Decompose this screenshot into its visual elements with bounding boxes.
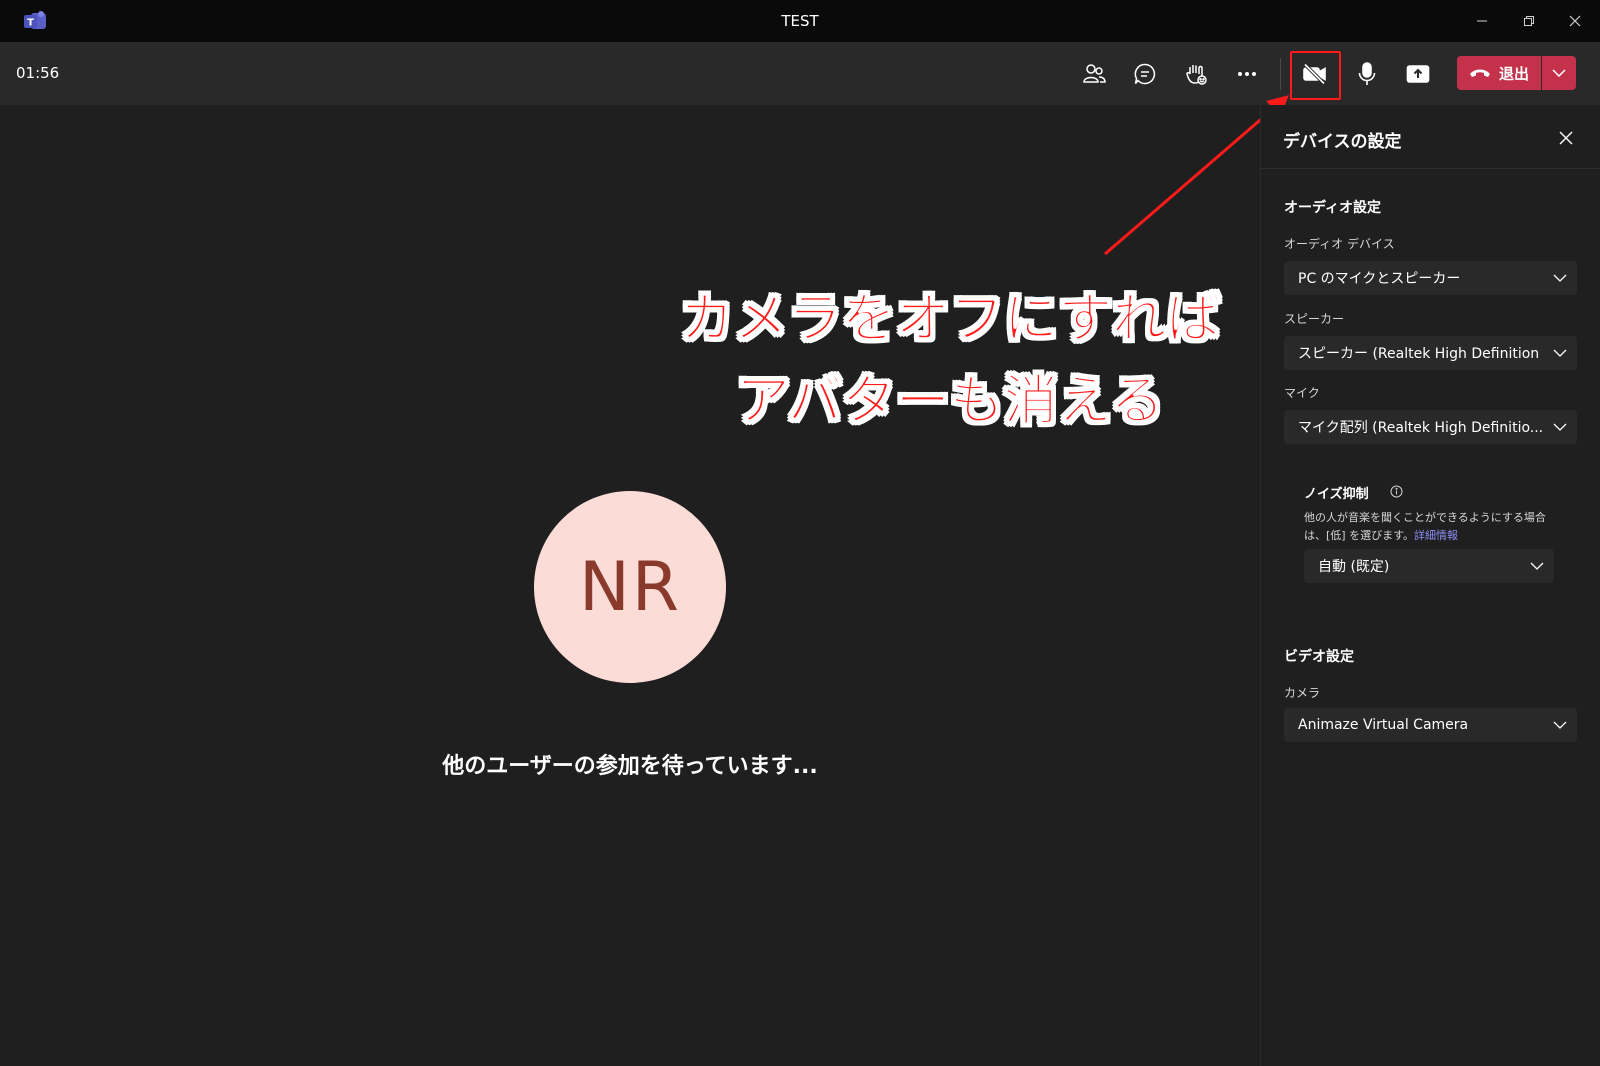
camera-off-icon [1303,63,1326,85]
chat-icon [1134,63,1156,85]
raise-hand-icon [1186,65,1207,85]
device-settings-panel: デバイスの設定 オーディオ設定 オーディオ デバイス PC のマイクとスピーカー… [1260,105,1600,1066]
chevron-down-icon [1553,349,1567,357]
minimize-button[interactable] [1467,8,1497,34]
chevron-down-icon [1530,562,1544,570]
more-actions-button[interactable] [1227,54,1267,94]
leave-options-button[interactable] [1542,56,1576,90]
minimize-icon [1477,20,1487,22]
learn-more-link[interactable]: 詳細情報 [1414,529,1458,542]
more-icon [1238,72,1256,76]
audio-device-value: PC のマイクとスピーカー [1298,271,1461,287]
annotation-text-line2: アバターも消える [735,369,1165,433]
camera-dropdown[interactable]: Animaze Virtual Camera [1284,708,1577,742]
share-screen-button[interactable] [1398,54,1438,94]
chevron-down-icon [1553,274,1567,282]
leave-label: 退出 [1498,64,1529,83]
chevron-down-icon [1553,721,1567,729]
meeting-toolbar: 01:56 退出 [0,42,1600,105]
hang-up-icon [1469,69,1490,77]
chevron-down-icon [1552,69,1566,77]
microphone-label: マイク [1284,386,1320,400]
people-icon [1083,64,1106,83]
close-icon [1569,15,1581,27]
video-settings-heading: ビデオ設定 [1284,649,1354,665]
speaker-dropdown[interactable]: スピーカー (Realtek High Definition ... [1284,336,1577,370]
microphone-icon [1358,62,1376,85]
noise-desc-line2: は、[低] を選びます。 [1304,529,1414,542]
leave-button[interactable]: 退出 [1457,56,1541,90]
share-screen-icon [1406,65,1430,83]
speaker-label: スピーカー [1284,312,1345,326]
annotation-text-line1: カメラをオフにすれば [679,287,1221,351]
camera-value: Animaze Virtual Camera [1298,717,1469,733]
camera-toggle-button[interactable] [1295,54,1335,94]
noise-suppression-title: ノイズ抑制 [1304,487,1369,502]
participants-button[interactable] [1074,54,1114,94]
avatar: NR [534,491,726,683]
panel-close-button[interactable] [1553,125,1579,151]
chevron-down-icon [1553,423,1567,431]
window-title: TEST [781,12,819,30]
speaker-value: スピーカー (Realtek High Definition ... [1298,346,1543,362]
audio-settings-heading: オーディオ設定 [1284,200,1382,216]
audio-device-label: オーディオ デバイス [1284,237,1395,251]
panel-title: デバイスの設定 [1283,132,1402,152]
close-icon [1559,131,1573,145]
title-bar: T TEST [0,0,1600,42]
microphone-dropdown[interactable]: マイク配列 (Realtek High Definitio... [1284,410,1577,444]
info-icon[interactable] [1390,485,1403,498]
waiting-message: 他のユーザーの参加を待っています... [442,754,818,779]
noise-suppression-description: 他の人が音楽を聞くことができるようにする場合 は、[低] を選びます。詳細情報 [1304,509,1554,545]
reactions-button[interactable] [1176,54,1216,94]
chat-button[interactable] [1125,54,1165,94]
toolbar-divider [1280,58,1281,90]
audio-device-dropdown[interactable]: PC のマイクとスピーカー [1284,261,1577,295]
noise-desc-line1: 他の人が音楽を聞くことができるようにする場合 [1304,511,1546,524]
noise-suppression-value: 自動 (既定) [1318,559,1390,575]
noise-suppression-section: ノイズ抑制 他の人が音楽を聞くことができるようにする場合 は、[低] を選びます… [1284,461,1577,611]
call-timer: 01:56 [16,64,60,82]
microphone-value: マイク配列 (Realtek High Definitio... [1298,420,1543,436]
panel-header: デバイスの設定 [1261,105,1600,169]
restore-button[interactable] [1514,8,1544,34]
camera-label: カメラ [1284,686,1321,700]
noise-suppression-dropdown[interactable]: 自動 (既定) [1304,549,1554,583]
close-window-button[interactable] [1560,8,1590,34]
restore-icon [1524,16,1534,26]
microphone-button[interactable] [1347,54,1387,94]
